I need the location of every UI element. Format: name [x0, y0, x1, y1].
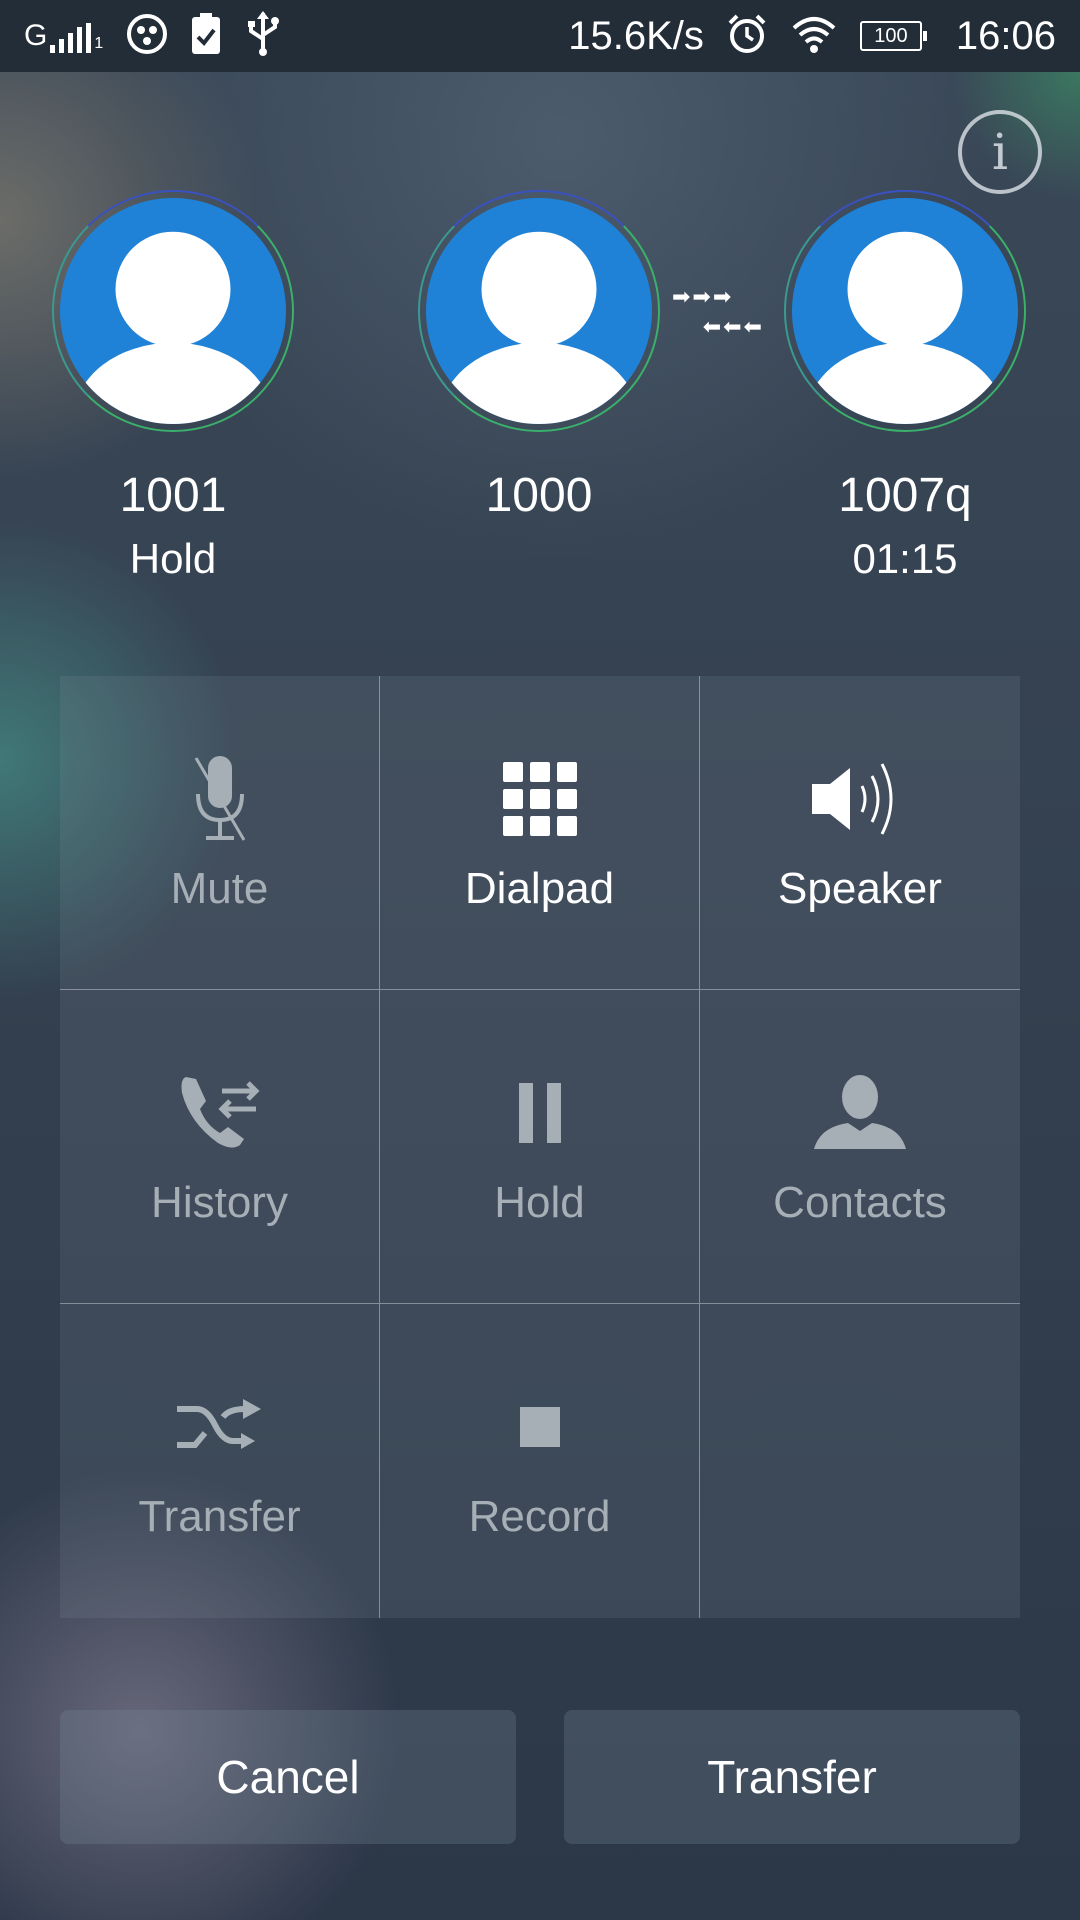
record-button[interactable]: Record	[380, 1304, 700, 1618]
mute-label: Mute	[170, 864, 269, 913]
clipboard-check-icon	[191, 12, 221, 60]
participant-name: 1000	[485, 469, 593, 522]
record-label: Record	[468, 1492, 611, 1541]
person-icon	[60, 198, 286, 424]
transfer-action-button[interactable]: Transfer	[60, 1304, 380, 1618]
person-icon	[792, 198, 1018, 424]
info-icon: i	[992, 123, 1008, 181]
avatar	[52, 190, 294, 432]
app-icon	[125, 12, 169, 61]
speaker-button[interactable]: Speaker	[700, 676, 1020, 990]
person-icon	[426, 198, 652, 424]
cancel-button[interactable]: Cancel	[60, 1710, 516, 1844]
history-label: History	[151, 1178, 288, 1227]
avatar	[418, 190, 660, 432]
contact-person-icon	[805, 1068, 915, 1158]
status-bar-left: G 1	[24, 10, 283, 62]
call-history-icon	[165, 1068, 275, 1158]
participant-name: 1001	[119, 469, 227, 522]
signal-sub: 1	[94, 35, 104, 52]
empty-cell	[700, 1304, 1020, 1618]
alarm-icon	[726, 13, 768, 60]
dialpad-icon	[485, 754, 595, 844]
speaker-label: Speaker	[778, 864, 942, 913]
mute-button[interactable]: Mute	[60, 676, 380, 990]
participant-1000: 1000	[414, 190, 664, 535]
dialpad-label: Dialpad	[464, 864, 615, 913]
transfer-icon	[165, 1382, 275, 1472]
transfer-label: Transfer	[138, 1492, 301, 1541]
microphone-off-icon	[165, 754, 275, 844]
status-bar-right: 15.6K/s 100 16:06	[568, 13, 1056, 60]
call-actions-grid: Mute Dialpad Speaker History Hold Contac…	[60, 676, 1020, 1618]
pause-icon	[485, 1068, 595, 1158]
record-stop-icon	[485, 1382, 595, 1472]
dialpad-button[interactable]: Dialpad	[380, 676, 700, 990]
arrows-right: ➡➡➡	[672, 284, 734, 309]
info-button[interactable]: i	[958, 110, 1042, 194]
usb-icon	[243, 10, 283, 62]
contacts-button[interactable]: Contacts	[700, 990, 1020, 1304]
call-duration: 01:15	[852, 535, 958, 582]
transfer-button[interactable]: Transfer	[564, 1710, 1020, 1844]
arrows-left: ⬅⬅⬅	[702, 314, 764, 339]
battery-icon: 100	[859, 21, 927, 51]
hold-label: Hold	[494, 1178, 585, 1227]
participant-1001: 1001 Hold	[48, 190, 298, 583]
speaker-icon	[805, 754, 915, 844]
wifi-icon	[790, 14, 838, 59]
participant-1007q: 1007q 01:15	[780, 190, 1030, 583]
hold-button[interactable]: Hold	[380, 990, 700, 1304]
signal-icon: G 1	[24, 19, 103, 53]
contacts-label: Contacts	[773, 1178, 947, 1227]
participant-status: Hold	[129, 535, 217, 582]
status-bar: G 1 15.6K/s 100 16:06	[0, 0, 1080, 72]
avatar	[784, 190, 1026, 432]
participant-name: 1007q	[838, 469, 972, 522]
signal-label: G	[24, 19, 48, 52]
net-speed: 15.6K/s	[568, 13, 704, 58]
battery-level: 100	[874, 24, 908, 47]
clock: 16:06	[955, 13, 1056, 58]
transfer-arrows-icon: ➡➡➡ ⬅⬅⬅	[672, 282, 764, 342]
history-button[interactable]: History	[60, 990, 380, 1304]
